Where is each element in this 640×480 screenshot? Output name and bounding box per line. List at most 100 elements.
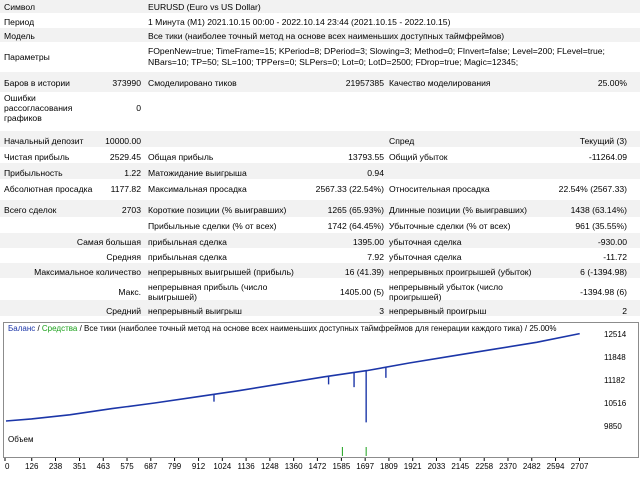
quality-value: 25.00% xyxy=(597,78,627,88)
x-tick-label: 575 xyxy=(120,462,134,471)
x-tick-label: 2482 xyxy=(523,462,541,471)
max-count-label: Максимальное количество xyxy=(34,267,141,277)
x-tick-label: 1697 xyxy=(356,462,374,471)
maximal-label: Макс. xyxy=(118,287,141,297)
gross-loss-label: Общий убыток xyxy=(389,152,448,162)
short-pos-label: Короткие позиции (% выигравших) xyxy=(148,205,287,215)
maximal-loss-label-1: непрерывный убыток (число xyxy=(389,282,503,292)
maximal-profit-label-2: выигрышей) xyxy=(148,292,197,302)
maximal-profit-label-1: непрерывная прибыль (число xyxy=(148,282,268,292)
period-label: Период xyxy=(4,17,35,27)
expected-payoff-label: Матожидание выигрыша xyxy=(148,168,247,178)
x-tick-label: 1472 xyxy=(309,462,327,471)
gross-profit-label: Общая прибыль xyxy=(148,152,214,162)
loss-trades-label: Убыточные сделки (% от всех) xyxy=(389,221,511,231)
x-tick-label: 1921 xyxy=(404,462,422,471)
bars-value: 373990 xyxy=(112,78,141,88)
avg-consec-wins-label: непрерывный выигрыш xyxy=(148,306,242,316)
rel-drawdown-label: Относительная просадка xyxy=(389,184,490,194)
gross-profit-value: 13793.55 xyxy=(348,152,384,162)
x-tick-label: 912 xyxy=(192,462,206,471)
average-label: Средняя xyxy=(106,252,141,262)
x-tick-label: 1136 xyxy=(237,462,255,471)
spread-value: Текущий (3) xyxy=(579,136,627,146)
x-tick-label: 2370 xyxy=(499,462,517,471)
average-profit-value: 7.92 xyxy=(367,252,384,262)
average-loss-value: -11.72 xyxy=(603,252,627,262)
x-tick-label: 2033 xyxy=(428,462,446,471)
net-profit-label: Чистая прибыль xyxy=(4,152,70,162)
y-tick-label: 11182 xyxy=(604,376,626,385)
x-tick-label: 351 xyxy=(73,462,87,471)
x-tick-label: 2258 xyxy=(475,462,493,471)
model-label: Модель xyxy=(4,31,35,41)
volume-panel: Объем xyxy=(3,433,639,458)
deposit-value: 10000.00 xyxy=(105,136,141,146)
x-tick-label: 687 xyxy=(144,462,158,471)
deposit-label: Начальный депозит xyxy=(4,136,84,146)
x-tick-label: 1024 xyxy=(213,462,231,471)
abs-drawdown-label: Абсолютная просадка xyxy=(4,184,93,194)
max-drawdown-value: 2567.33 (22.54%) xyxy=(315,184,384,194)
long-pos-label: Длинные позиции (% выигравших) xyxy=(389,205,528,215)
largest-profit-value: 1395.00 xyxy=(352,237,384,247)
max-count-losses-label: непрерывных проигрышей (убыток) xyxy=(389,267,532,277)
x-tick-label: 463 xyxy=(97,462,111,471)
largest-label: Самая большая xyxy=(76,237,141,247)
rel-drawdown-value: 22.54% (2567.33) xyxy=(558,184,627,194)
symbol-label: Символ xyxy=(4,2,35,12)
ticks-label: Смоделировано тиков xyxy=(148,78,237,88)
largest-loss-value: -930.00 xyxy=(597,237,627,247)
max-count-wins-label: непрерывных выигрышей (прибыль) xyxy=(148,267,294,277)
x-tick-label: 0 xyxy=(5,462,10,471)
period-value: 1 Минута (M1) 2021.10.15 00:00 - 2022.10… xyxy=(148,17,451,27)
errors-label-1: Ошибки xyxy=(4,93,36,103)
average-loss-label: убыточная сделка xyxy=(389,252,462,262)
max-count-wins-value: 16 (41.39) xyxy=(344,267,384,277)
spread-label: Спред xyxy=(389,136,415,146)
maximal-loss-value: -1394.98 (6) xyxy=(580,287,627,297)
bars-label: Баров в истории xyxy=(4,78,70,88)
y-tick-label: 10516 xyxy=(604,399,627,408)
balance-chart: Баланс / Средства / Все тики (наиболее т… xyxy=(3,322,639,434)
model-value: Все тики (наиболее точный метод на основ… xyxy=(148,31,505,41)
maximal-profit-value: 1405.00 (5) xyxy=(340,287,384,297)
total-trades-label: Всего сделок xyxy=(4,205,57,215)
params-line2: NBars=10; TP=50; SL=100; TPPers=0; SLPer… xyxy=(148,57,519,67)
net-profit-value: 2529.45 xyxy=(109,152,141,162)
profit-trades-value: 1742 (64.45%) xyxy=(327,221,384,231)
errors-label-2: рассогласования xyxy=(4,103,73,113)
errors-label-3: графиков xyxy=(4,113,42,123)
avg-consec-losses-label: непрерывный проигрыш xyxy=(389,306,487,316)
params-label: Параметры xyxy=(4,52,50,62)
ticks-value: 21957385 xyxy=(345,78,384,88)
gross-loss-value: -11264.09 xyxy=(588,152,627,162)
expected-payoff-value: 0.94 xyxy=(367,168,384,178)
short-pos-value: 1265 (65.93%) xyxy=(327,205,384,215)
symbol-value: EURUSD (Euro vs US Dollar) xyxy=(148,2,261,12)
x-tick-label: 2707 xyxy=(571,462,589,471)
balance-line xyxy=(5,332,580,422)
profit-factor-label: Прибыльность xyxy=(4,168,63,178)
x-axis: 0 126 238 351 463 575 687 799 912 1024 1136 1248 136… xyxy=(4,458,589,471)
chart-plot: 12514 11848 11182 10516 9850 xyxy=(5,330,627,431)
x-tick-label: 238 xyxy=(49,462,63,471)
profit-factor-value: 1.22 xyxy=(124,168,141,178)
y-tick-label: 11848 xyxy=(604,353,626,362)
quality-label: Качество моделирования xyxy=(389,78,491,88)
largest-loss-label: убыточная сделка xyxy=(389,237,462,247)
y-tick-label: 9850 xyxy=(604,422,622,431)
x-tick-label: 2145 xyxy=(451,462,469,471)
params-line1: FOpenNew=true; TimeFrame=15; KPeriod=8; … xyxy=(148,46,605,56)
x-tick-label: 126 xyxy=(25,462,39,471)
max-drawdown-label: Максимальная просадка xyxy=(148,184,247,194)
abs-drawdown-value: 1177.82 xyxy=(110,184,141,194)
largest-profit-label: прибыльная сделка xyxy=(148,237,227,247)
x-tick-label: 1360 xyxy=(285,462,303,471)
x-tick-label: 2594 xyxy=(547,462,565,471)
average-profit-label: прибыльная сделка xyxy=(148,252,227,262)
y-tick-label: 12514 xyxy=(604,330,627,339)
errors-value: 0 xyxy=(136,103,141,113)
avg-consec-losses-value: 2 xyxy=(622,306,627,316)
volume-plot xyxy=(341,447,367,456)
